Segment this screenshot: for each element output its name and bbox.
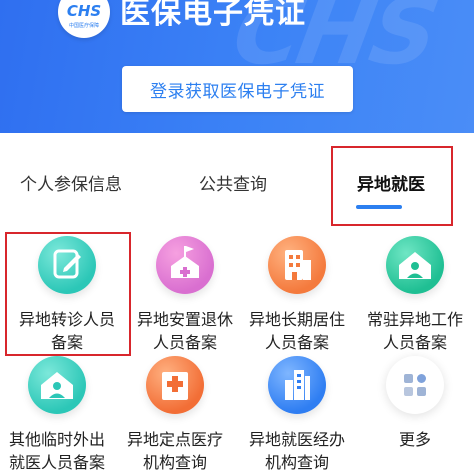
- service-label-line1: 异地长期居住: [248, 310, 345, 329]
- logo-mark: CHS: [66, 2, 102, 20]
- banner-title: 医保电子凭证: [120, 0, 306, 31]
- home-person-icon: [28, 356, 86, 414]
- service-label-line1: 其他临时外出: [8, 430, 105, 449]
- service-label-line2: 人员备案: [264, 333, 329, 352]
- service-more[interactable]: 更多: [356, 356, 474, 466]
- more-apps-icon: [386, 356, 444, 414]
- tab-personal-insurance-info[interactable]: 个人参保信息: [20, 170, 122, 195]
- service-referral-registration[interactable]: 异地转诊人员 备案: [8, 236, 126, 356]
- service-label-line2: 备案: [50, 333, 83, 352]
- active-tab-indicator: [356, 205, 402, 209]
- tab-bar: 个人参保信息 公共查询 异地就医: [0, 150, 474, 222]
- service-label-line1: 更多: [398, 430, 431, 449]
- hospital-icon: [146, 356, 204, 414]
- login-button[interactable]: 登录获取医保电子凭证: [122, 66, 353, 112]
- office-tower-icon: [268, 356, 326, 414]
- building-icon: [268, 236, 326, 294]
- service-resident-work-elsewhere[interactable]: 常驻异地工作 人员备案: [356, 236, 474, 356]
- service-temporary-outing[interactable]: 其他临时外出 就医人员备案: [0, 356, 116, 472]
- service-long-term-residence[interactable]: 异地长期居住 人员备案: [238, 236, 356, 356]
- service-label-line1: 异地定点医疗: [126, 430, 223, 449]
- service-label-line2: 机构查询: [264, 453, 329, 472]
- service-label-line2: 人员备案: [382, 333, 447, 352]
- service-label-line1: 异地转诊人员: [18, 310, 115, 329]
- logo-org-name: 中国医疗保障: [68, 23, 99, 29]
- service-designated-institution-query[interactable]: 异地定点医疗 机构查询: [116, 356, 234, 472]
- tab-out-of-area-medical[interactable]: 异地就医: [357, 170, 425, 195]
- service-label-line1: 异地安置退休: [136, 310, 233, 329]
- service-label-line1: 异地就医经办: [248, 430, 345, 449]
- house-flag-icon: [156, 236, 214, 294]
- tab-public-query[interactable]: 公共查询: [199, 170, 267, 195]
- service-label-line2: 机构查询: [142, 453, 207, 472]
- service-label-line1: 常驻异地工作: [366, 310, 463, 329]
- service-retiree-resettlement[interactable]: 异地安置退休 人员备案: [126, 236, 244, 356]
- service-label-line2: 人员备案: [152, 333, 217, 352]
- service-label-line2: 就医人员备案: [8, 453, 105, 472]
- edit-icon: [38, 236, 96, 294]
- chs-logo: CHS 中国医疗保障: [58, 0, 110, 38]
- banner: CHS CHS 中国医疗保障 医保电子凭证 登录获取医保电子凭证: [0, 0, 474, 133]
- home-person-icon: [386, 236, 444, 294]
- service-handling-agency-query[interactable]: 异地就医经办 机构查询: [238, 356, 356, 472]
